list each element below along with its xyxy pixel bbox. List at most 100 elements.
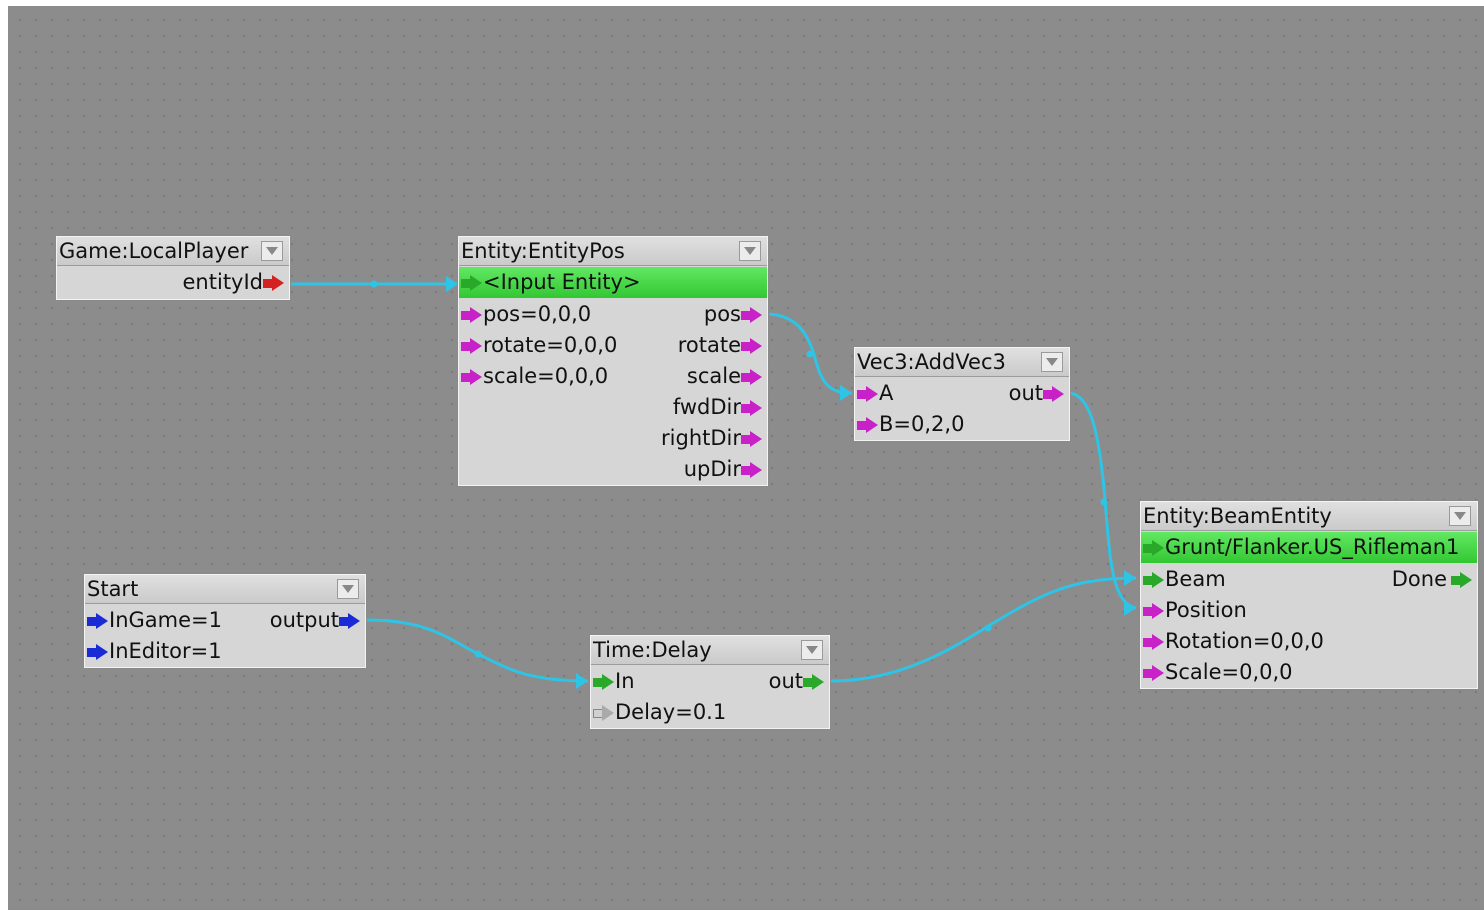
purple-arrow-icon[interactable] bbox=[461, 338, 483, 354]
port-label: InGame=1 bbox=[109, 608, 222, 632]
port-label: Position bbox=[1165, 598, 1247, 622]
purple-arrow-icon[interactable] bbox=[461, 369, 483, 385]
green-arrow-icon[interactable] bbox=[1451, 572, 1473, 588]
port-label: Rotation=0,0,0 bbox=[1165, 629, 1324, 653]
output-port-fwddir[interactable]: fwdDir bbox=[673, 392, 763, 423]
entity-input-row[interactable]: <Input Entity> bbox=[459, 267, 767, 298]
node-title: Entity:EntityPos bbox=[461, 239, 625, 263]
input-port-pos[interactable]: pos=0,0,0 bbox=[461, 299, 591, 330]
port-label: Done bbox=[1391, 567, 1447, 591]
output-port-pos[interactable]: pos bbox=[704, 299, 763, 330]
red-arrow-icon[interactable] bbox=[263, 275, 285, 291]
output-port-updir[interactable]: upDir bbox=[684, 454, 763, 485]
port-label: rotate bbox=[677, 333, 741, 357]
purple-arrow-icon[interactable] bbox=[741, 307, 763, 323]
port-label: pos=0,0,0 bbox=[483, 302, 592, 326]
port-label: scale=0,0,0 bbox=[483, 364, 609, 388]
blue-arrow-icon[interactable] bbox=[87, 613, 109, 629]
output-port-entityid[interactable]: entityId bbox=[183, 267, 285, 298]
input-port-in[interactable]: In bbox=[593, 666, 635, 697]
green-arrow-icon[interactable] bbox=[461, 275, 483, 291]
node-title: Entity:BeamEntity bbox=[1143, 504, 1332, 528]
node-title: Time:Delay bbox=[593, 638, 712, 662]
dropdown-arrow-icon[interactable] bbox=[1041, 352, 1063, 372]
dropdown-arrow-icon[interactable] bbox=[739, 241, 761, 261]
node-entity-entitypos[interactable]: Entity:EntityPos <Input Entity> pos=0,0,… bbox=[457, 235, 769, 487]
node-header[interactable]: Start bbox=[85, 575, 365, 604]
output-port-rotate[interactable]: rotate bbox=[678, 330, 763, 361]
port-label: scale bbox=[686, 364, 741, 388]
green-arrow-icon[interactable] bbox=[1143, 540, 1165, 556]
port-label: pos bbox=[703, 302, 741, 326]
port-label: rightDir bbox=[661, 426, 741, 450]
output-port-rightdir[interactable]: rightDir bbox=[661, 423, 763, 454]
node-entity-beamentity[interactable]: Entity:BeamEntity Grunt/Flanker.US_Rifle… bbox=[1139, 500, 1479, 690]
green-arrow-icon[interactable] bbox=[803, 674, 825, 690]
output-port-out[interactable]: out bbox=[769, 666, 825, 697]
port-label: upDir bbox=[683, 457, 741, 481]
output-port-done[interactable]: Done bbox=[1392, 564, 1473, 595]
port-label: out bbox=[1008, 381, 1043, 405]
dropdown-arrow-icon[interactable] bbox=[801, 640, 823, 660]
purple-arrow-icon[interactable] bbox=[741, 400, 763, 416]
entity-input-row[interactable]: Grunt/Flanker.US_Rifleman1 bbox=[1141, 532, 1477, 563]
input-port-scale[interactable]: Scale=0,0,0 bbox=[1143, 657, 1293, 688]
purple-arrow-icon[interactable] bbox=[461, 307, 483, 323]
node-header[interactable]: Entity:EntityPos bbox=[459, 237, 767, 266]
purple-arrow-icon[interactable] bbox=[857, 417, 879, 433]
purple-arrow-icon[interactable] bbox=[741, 338, 763, 354]
node-time-delay[interactable]: Time:Delay In Delay=0.1 out bbox=[589, 634, 831, 730]
dropdown-arrow-icon[interactable] bbox=[1449, 506, 1471, 526]
purple-arrow-icon[interactable] bbox=[741, 369, 763, 385]
green-arrow-icon[interactable] bbox=[593, 674, 615, 690]
entity-label: <Input Entity> bbox=[483, 270, 641, 294]
green-arrow-icon[interactable] bbox=[1143, 572, 1165, 588]
node-vec3-addvec3[interactable]: Vec3:AddVec3 A B=0,2,0 out bbox=[853, 346, 1071, 442]
port-label: A bbox=[879, 381, 894, 405]
port-label: In bbox=[615, 669, 635, 693]
input-port-ingame[interactable]: InGame=1 bbox=[87, 605, 222, 636]
input-port-ineditor[interactable]: InEditor=1 bbox=[87, 636, 222, 667]
input-port-beam[interactable]: Beam bbox=[1143, 564, 1226, 595]
node-header[interactable]: Vec3:AddVec3 bbox=[855, 348, 1069, 377]
port-label: rotate=0,0,0 bbox=[483, 333, 618, 357]
port-label: out bbox=[768, 669, 803, 693]
node-header[interactable]: Entity:BeamEntity bbox=[1141, 502, 1477, 531]
purple-arrow-icon[interactable] bbox=[1143, 634, 1165, 650]
port-label: output bbox=[269, 608, 339, 632]
node-title: Start bbox=[87, 577, 139, 601]
input-port-rotate[interactable]: rotate=0,0,0 bbox=[461, 330, 617, 361]
entity-label: Grunt/Flanker.US_Rifleman1 bbox=[1165, 535, 1460, 559]
node-title: Vec3:AddVec3 bbox=[857, 350, 1006, 374]
output-port-out[interactable]: out bbox=[1009, 378, 1065, 409]
node-header[interactable]: Game:LocalPlayer bbox=[57, 237, 289, 266]
input-port-a[interactable]: A bbox=[857, 378, 893, 409]
port-label: Scale=0,0,0 bbox=[1165, 660, 1293, 684]
port-label: InEditor=1 bbox=[109, 639, 222, 663]
purple-arrow-icon[interactable] bbox=[741, 431, 763, 447]
port-label: Delay=0.1 bbox=[615, 700, 727, 724]
node-game-localplayer[interactable]: Game:LocalPlayer entityId bbox=[55, 235, 291, 301]
input-port-scale[interactable]: scale=0,0,0 bbox=[461, 361, 608, 392]
port-label: B=0,2,0 bbox=[879, 412, 965, 436]
input-port-rotation[interactable]: Rotation=0,0,0 bbox=[1143, 626, 1324, 657]
purple-arrow-icon[interactable] bbox=[741, 462, 763, 478]
input-port-delay[interactable]: Delay=0.1 bbox=[593, 697, 726, 728]
blue-arrow-icon[interactable] bbox=[339, 613, 361, 629]
dropdown-arrow-icon[interactable] bbox=[337, 579, 359, 599]
port-label: entityId bbox=[182, 270, 263, 294]
input-port-b[interactable]: B=0,2,0 bbox=[857, 409, 964, 440]
node-start[interactable]: Start InGame=1 InEditor=1 output bbox=[83, 573, 367, 669]
purple-arrow-icon[interactable] bbox=[857, 386, 879, 402]
output-port-output[interactable]: output bbox=[270, 605, 361, 636]
purple-arrow-icon[interactable] bbox=[1143, 603, 1165, 619]
node-header[interactable]: Time:Delay bbox=[591, 636, 829, 665]
dropdown-arrow-icon[interactable] bbox=[261, 241, 283, 261]
gray-arrow-icon[interactable] bbox=[593, 705, 615, 721]
input-port-position[interactable]: Position bbox=[1143, 595, 1247, 626]
blue-arrow-icon[interactable] bbox=[87, 644, 109, 660]
purple-arrow-icon[interactable] bbox=[1143, 665, 1165, 681]
port-label: Beam bbox=[1165, 567, 1226, 591]
output-port-scale[interactable]: scale bbox=[687, 361, 763, 392]
purple-arrow-icon[interactable] bbox=[1043, 386, 1065, 402]
